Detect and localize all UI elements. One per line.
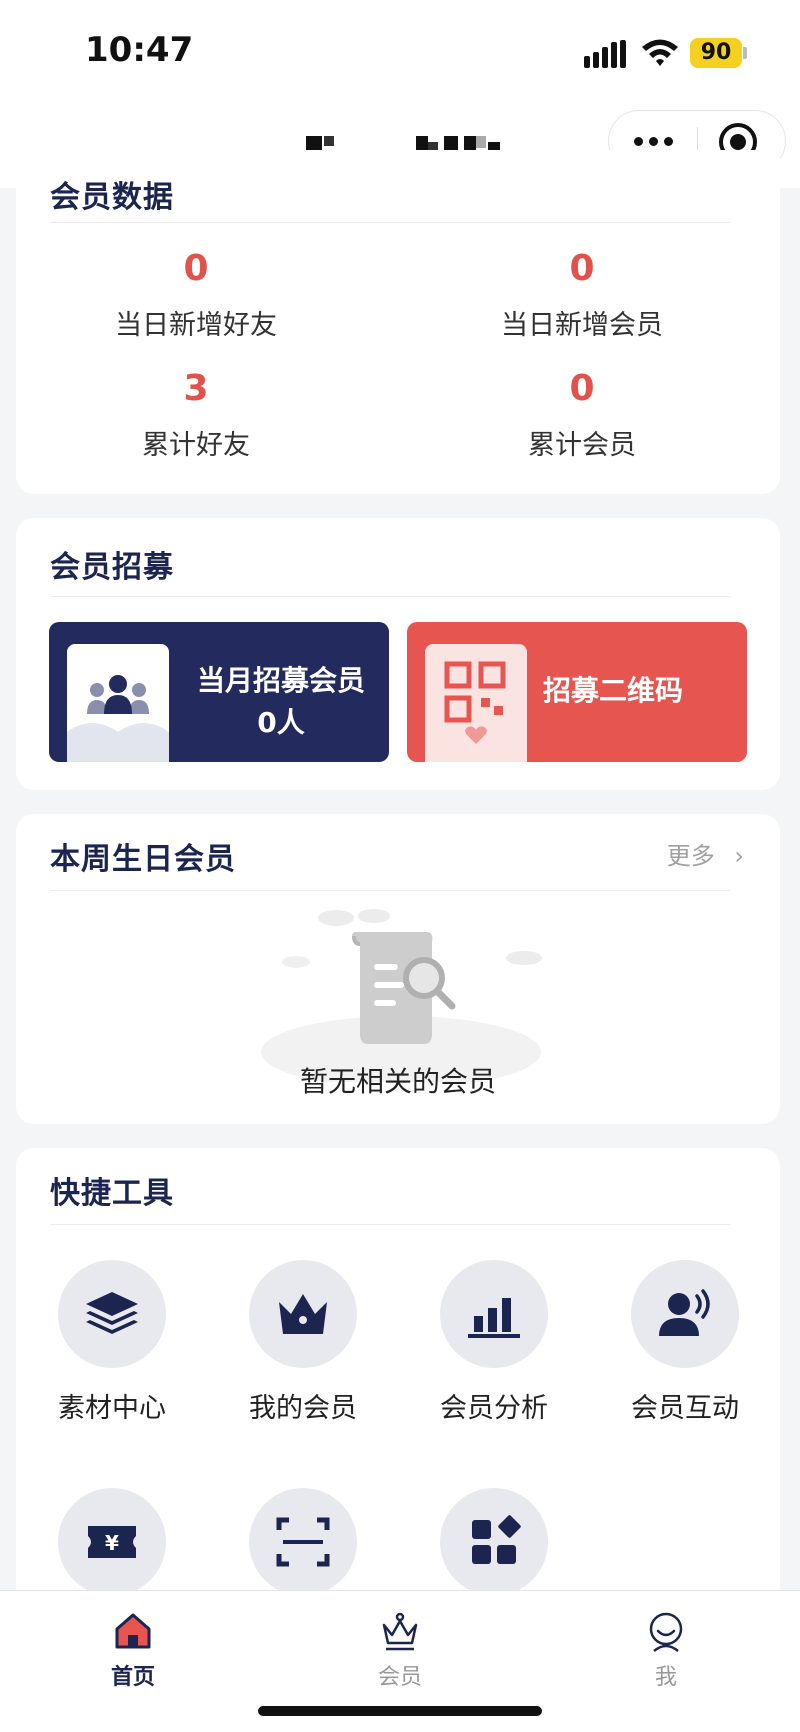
tool-label: 会员互动: [631, 1393, 739, 1424]
member-stats-card: 会员数据 0 当日新增好友 0 当日新增会员 3 累计好友 0 累计会员: [16, 150, 780, 494]
qrcode-illustration: [425, 644, 527, 762]
tool-icon-circle: [249, 1260, 357, 1368]
battery-level: 90: [690, 38, 742, 68]
tool-icon-circle: [440, 1488, 548, 1596]
tool-my-members[interactable]: 我的会员: [208, 1260, 398, 1425]
recruit-title: 会员招募: [50, 550, 174, 585]
stat-daily-new-members: 0 当日新增会员: [402, 248, 762, 342]
more-label: 更多: [666, 842, 715, 870]
status-time: 10:47: [85, 30, 194, 70]
user-voice-icon: [659, 1289, 710, 1336]
cellular-signal-icon: [584, 40, 626, 68]
tools-title: 快捷工具: [50, 1176, 174, 1211]
group-users-icon: [67, 675, 169, 762]
stat-total-friends: 3 累计好友: [16, 368, 376, 462]
divider: [50, 890, 730, 891]
layers-icon: [86, 1292, 138, 1334]
battery-tip: [743, 47, 747, 59]
empty-state-text: 暂无相关的会员: [299, 1065, 496, 1098]
tool-icon-circle: [58, 1260, 166, 1368]
stats-title: 会员数据: [50, 180, 174, 215]
qrcode-icon: [444, 661, 506, 744]
tool-icon-circle: [631, 1260, 739, 1368]
tab-home[interactable]: 首页: [63, 1609, 203, 1691]
tool-label: 素材中心: [58, 1393, 166, 1424]
stat-label: 当日新增会员: [501, 310, 663, 341]
divider: [50, 222, 730, 223]
monthly-recruit-text: 当月招募会员 0人: [173, 660, 389, 744]
tab-label: 我: [654, 1665, 677, 1690]
monthly-recruit-button[interactable]: 当月招募会员 0人: [49, 622, 389, 762]
tool-icon-circle: [440, 1260, 548, 1368]
wifi-icon: [642, 39, 678, 66]
tool-member-analysis[interactable]: 会员分析: [399, 1260, 589, 1425]
chevron-right-icon: ›: [734, 842, 744, 870]
profile-icon: [649, 1612, 683, 1652]
divider: [50, 1224, 730, 1225]
crown-icon: [279, 1294, 327, 1334]
stat-daily-new-friends: 0 当日新增好友: [16, 248, 376, 342]
tab-me[interactable]: 我: [596, 1609, 736, 1691]
tool-material-center[interactable]: 素材中心: [17, 1260, 207, 1425]
monthly-recruit-value: 0人: [257, 706, 305, 739]
scan-icon: [276, 1517, 330, 1567]
tool-label: 我的会员: [249, 1393, 357, 1424]
recruit-qrcode-label: 招募二维码: [543, 674, 684, 707]
crown-tab-icon: [382, 1612, 418, 1651]
divider: [50, 596, 730, 597]
home-icon: [115, 1613, 151, 1649]
quick-tools-card: 快捷工具 素材中心 我的会员 会员分析 会员互动 ¥: [16, 1148, 780, 1608]
monthly-recruit-label: 当月招募会员: [196, 664, 365, 697]
tab-member[interactable]: 会员: [330, 1609, 470, 1691]
tool-icon-circle: [249, 1488, 357, 1596]
stat-value: 0: [569, 248, 595, 289]
tab-label: 首页: [110, 1665, 155, 1690]
more-link[interactable]: 更多 ›: [667, 836, 744, 871]
birthday-title: 本周生日会员: [50, 842, 236, 877]
weekly-birthday-card: 本周生日会员 更多 › 暂无相关的会员: [16, 814, 780, 1124]
stat-total-members: 0 累计会员: [402, 368, 762, 462]
stat-label: 累计会员: [528, 430, 636, 461]
stat-label: 累计好友: [142, 430, 250, 461]
stat-value: 0: [569, 368, 595, 409]
recruit-qrcode-button[interactable]: 招募二维码: [407, 622, 747, 762]
apps-grid-icon: [472, 1515, 521, 1564]
stat-value: 0: [183, 248, 209, 289]
tool-icon-circle: ¥: [58, 1488, 166, 1596]
stat-value: 3: [183, 368, 209, 409]
tool-label: 会员分析: [440, 1393, 548, 1424]
coupon-yen-icon: ¥: [88, 1526, 136, 1558]
battery-indicator: 90: [690, 38, 747, 70]
svg-text:¥: ¥: [105, 1531, 119, 1555]
member-recruit-card: 会员招募 当月招募会员 0人 招募二维码: [16, 518, 780, 790]
empty-document-search-illustration: [261, 909, 542, 1082]
bar-chart-icon: [468, 1298, 520, 1338]
status-bar: 10:47 90: [0, 0, 800, 96]
recruit-illustration: [67, 644, 169, 762]
home-indicator[interactable]: [258, 1706, 542, 1716]
tab-label: 会员: [377, 1665, 422, 1690]
stat-label: 当日新增好友: [115, 310, 277, 341]
tool-member-interaction[interactable]: 会员互动: [590, 1260, 780, 1425]
